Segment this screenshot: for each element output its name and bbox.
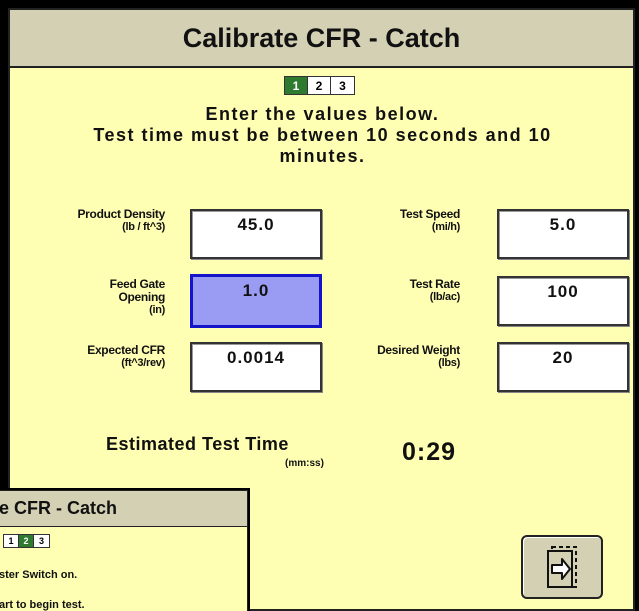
step2-step-3: 3 <box>34 535 49 547</box>
expected-cfr-unit: (ft^3/rev) <box>121 357 165 369</box>
step2-dialog-body: e CFR - Catch 1 2 3 ster Switch on. art … <box>0 490 248 611</box>
estimated-test-time-label: Estimated Test Time <box>106 434 289 454</box>
step-indicator: 1 2 3 <box>284 76 355 95</box>
step2-instruction-line-2: art to begin test. <box>0 599 85 611</box>
instruction-line-3: minutes. <box>279 146 366 166</box>
calibrate-cfr-step2-dialog: e CFR - Catch 1 2 3 ster Switch on. art … <box>0 488 250 611</box>
instruction-line-1: Enter the values below. <box>205 104 440 124</box>
next-page-button[interactable] <box>521 535 603 599</box>
step2-step-2: 2 <box>19 535 34 547</box>
feed-gate-opening-unit: (in) <box>149 304 165 316</box>
test-speed-unit: (mi/h) <box>431 221 460 233</box>
feed-gate-opening-label: Feed Gate Opening (in) <box>30 278 166 317</box>
step-1: 1 <box>285 77 308 94</box>
instruction-line-2: Test time must be between 10 seconds and… <box>93 125 552 145</box>
step2-dialog-title: e CFR - Catch <box>0 491 247 527</box>
test-speed-label: Test Speed (mi/h) <box>340 208 460 234</box>
feed-gate-opening-field[interactable]: 1.0 <box>190 274 322 328</box>
expected-cfr-field[interactable]: 0.0014 <box>190 342 322 392</box>
dialog-title: Calibrate CFR - Catch <box>10 10 633 68</box>
next-page-arrow-icon <box>547 546 577 588</box>
step2-step-1: 1 <box>4 535 19 547</box>
desired-weight-field[interactable]: 20 <box>497 342 629 392</box>
estimated-test-time-value: 0:29 <box>402 438 457 466</box>
product-density-unit: (lb / ft^3) <box>122 221 165 233</box>
step-2: 2 <box>308 77 331 94</box>
step-3: 3 <box>331 77 354 94</box>
desired-weight-label: Desired Weight (lbs) <box>340 344 460 370</box>
expected-cfr-label: Expected CFR (ft^3/rev) <box>30 344 165 370</box>
step2-instruction-line-1: ster Switch on. <box>0 569 78 581</box>
desired-weight-unit: (lbs) <box>438 357 460 369</box>
product-density-label: Product Density (lb / ft^3) <box>30 208 165 234</box>
step2-step-indicator: 1 2 3 <box>3 534 50 548</box>
test-speed-field[interactable]: 5.0 <box>497 209 629 259</box>
screen: Calibrate CFR - Catch 1 2 3 Enter the va… <box>0 0 639 611</box>
test-rate-field[interactable]: 100 <box>497 276 629 326</box>
test-rate-unit: (lb/ac) <box>429 291 461 303</box>
test-rate-label: Test Rate (lb/ac) <box>340 278 461 304</box>
product-density-field[interactable]: 45.0 <box>190 209 322 259</box>
estimated-test-time-unit: (mm:ss) <box>285 458 324 469</box>
